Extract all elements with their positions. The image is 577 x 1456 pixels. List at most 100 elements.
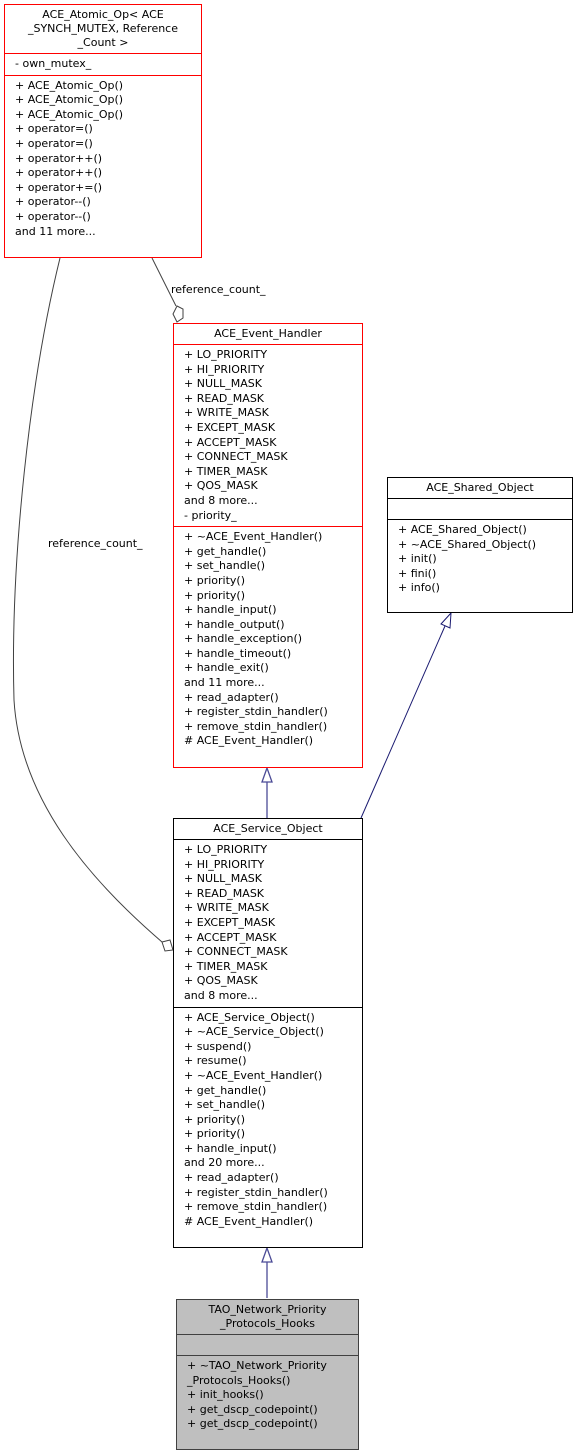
- member-item[interactable]: + ACCEPT_MASK: [184, 436, 362, 451]
- member-item[interactable]: + get_dscp_codepoint(): [187, 1403, 358, 1418]
- class-title: TAO_Network_Priority _Protocols_Hooks: [177, 1300, 358, 1335]
- member-item[interactable]: # ACE_Event_Handler(): [184, 1215, 362, 1230]
- member-item[interactable]: + handle_input(): [184, 1142, 362, 1157]
- member-item[interactable]: + NULL_MASK: [184, 872, 362, 887]
- member-item[interactable]: + operator=(): [15, 137, 201, 152]
- class-title: ACE_Atomic_Op< ACE _SYNCH_MUTEX, Referen…: [5, 5, 201, 54]
- member-item[interactable]: + NULL_MASK: [184, 377, 362, 392]
- member-item[interactable]: + operator--(): [15, 210, 201, 225]
- member-item[interactable]: + LO_PRIORITY: [184, 843, 362, 858]
- member-item[interactable]: + ~ACE_Event_Handler(): [184, 530, 362, 545]
- class-ace-atomic-op[interactable]: ACE_Atomic_Op< ACE _SYNCH_MUTEX, Referen…: [4, 4, 202, 258]
- class-ace-shared-object[interactable]: ACE_Shared_Object + ACE_Shared_Object() +…: [387, 477, 573, 613]
- member-item[interactable]: + register_stdin_handler(): [184, 1186, 362, 1201]
- attributes-section: - own_mutex_: [5, 54, 201, 75]
- member-item[interactable]: + EXCEPT_MASK: [184, 916, 362, 931]
- member-item[interactable]: # ACE_Event_Handler(): [184, 734, 362, 749]
- member-item[interactable]: _Protocols_Hooks(): [187, 1374, 358, 1389]
- title-line: ACE_Shared_Object: [426, 481, 534, 494]
- aggregation-diamond-icon: [172, 305, 184, 323]
- member-item[interactable]: + READ_MASK: [184, 887, 362, 902]
- member-item[interactable]: - priority_: [184, 509, 362, 524]
- title-line: ACE_Atomic_Op< ACE: [42, 8, 164, 21]
- title-line: TAO_Network_Priority: [208, 1303, 327, 1316]
- member-item[interactable]: + set_handle(): [184, 559, 362, 574]
- member-item[interactable]: + ~ACE_Service_Object(): [184, 1025, 362, 1040]
- member-item[interactable]: + resume(): [184, 1054, 362, 1069]
- member-item[interactable]: + read_adapter(): [184, 691, 362, 706]
- member-item[interactable]: and 8 more...: [184, 494, 362, 509]
- member-item[interactable]: + TIMER_MASK: [184, 960, 362, 975]
- member-item[interactable]: + handle_exception(): [184, 632, 362, 647]
- title-line: _SYNCH_MUTEX, Reference: [27, 22, 178, 35]
- methods-section: + ACE_Atomic_Op() + ACE_Atomic_Op() + ACE_…: [5, 74, 201, 243]
- methods-section: + ACE_Service_Object() + ~ACE_Service_Obj…: [174, 1006, 362, 1233]
- member-item[interactable]: + info(): [398, 581, 572, 596]
- member-item[interactable]: + operator++(): [15, 166, 201, 181]
- member-item[interactable]: + init(): [398, 552, 572, 567]
- title-line: ACE_Service_Object: [213, 822, 323, 835]
- member-item[interactable]: + WRITE_MASK: [184, 901, 362, 916]
- member-item[interactable]: + TIMER_MASK: [184, 465, 362, 480]
- member-item[interactable]: + HI_PRIORITY: [184, 363, 362, 378]
- member-item[interactable]: + get_handle(): [184, 1084, 362, 1099]
- class-title: ACE_Service_Object: [174, 819, 362, 840]
- member-item[interactable]: - own_mutex_: [15, 57, 201, 72]
- inherit-edge-shared-object: [360, 625, 446, 819]
- inherit-arrow-icon: [261, 1246, 273, 1263]
- member-item[interactable]: + operator+=(): [15, 181, 201, 196]
- class-ace-event-handler[interactable]: ACE_Event_Handler + LO_PRIORITY + HI_PRIO…: [173, 323, 363, 768]
- attributes-section: + LO_PRIORITY + HI_PRIORITY + NULL_MASK + R…: [174, 840, 362, 1007]
- class-tao-network-priority-protocols-hooks[interactable]: TAO_Network_Priority _Protocols_Hooks + …: [176, 1299, 359, 1450]
- member-item[interactable]: + ~ACE_Shared_Object(): [398, 538, 572, 553]
- member-item[interactable]: + handle_timeout(): [184, 647, 362, 662]
- member-item[interactable]: + init_hooks(): [187, 1388, 358, 1403]
- member-item[interactable]: and 11 more...: [184, 676, 362, 691]
- member-item[interactable]: + operator--(): [15, 195, 201, 210]
- member-item[interactable]: + ACE_Atomic_Op(): [15, 79, 201, 94]
- member-item[interactable]: + get_dscp_codepoint(): [187, 1417, 358, 1432]
- member-item[interactable]: + QOS_MASK: [184, 479, 362, 494]
- member-item[interactable]: + CONNECT_MASK: [184, 450, 362, 465]
- member-item[interactable]: + EXCEPT_MASK: [184, 421, 362, 436]
- member-item[interactable]: + handle_input(): [184, 603, 362, 618]
- member-item[interactable]: + priority(): [184, 574, 362, 589]
- member-item[interactable]: + operator++(): [15, 152, 201, 167]
- member-item[interactable]: and 8 more...: [184, 989, 362, 1004]
- member-item[interactable]: + QOS_MASK: [184, 974, 362, 989]
- methods-section: + ~TAO_Network_Priority _Protocols_Hooks(…: [177, 1355, 358, 1435]
- member-item[interactable]: + remove_stdin_handler(): [184, 720, 362, 735]
- member-item[interactable]: and 11 more...: [15, 225, 201, 240]
- member-item[interactable]: + get_handle(): [184, 545, 362, 560]
- class-ace-service-object[interactable]: ACE_Service_Object + LO_PRIORITY + HI_PRI…: [173, 818, 363, 1248]
- member-item[interactable]: + read_adapter(): [184, 1171, 362, 1186]
- member-item[interactable]: + ACE_Service_Object(): [184, 1011, 362, 1026]
- member-item[interactable]: + fini(): [398, 567, 572, 582]
- title-line: _Count >: [77, 36, 129, 49]
- member-item[interactable]: + register_stdin_handler(): [184, 705, 362, 720]
- member-item[interactable]: + HI_PRIORITY: [184, 858, 362, 873]
- member-item[interactable]: + ~ACE_Event_Handler(): [184, 1069, 362, 1084]
- member-item[interactable]: + remove_stdin_handler(): [184, 1200, 362, 1215]
- member-item[interactable]: + ~TAO_Network_Priority: [187, 1359, 358, 1374]
- member-item[interactable]: + priority(): [184, 589, 362, 604]
- member-item[interactable]: + set_handle(): [184, 1098, 362, 1113]
- member-item[interactable]: + ACE_Shared_Object(): [398, 523, 572, 538]
- member-item[interactable]: + handle_exit(): [184, 661, 362, 676]
- member-item[interactable]: + ACCEPT_MASK: [184, 931, 362, 946]
- member-item[interactable]: + LO_PRIORITY: [184, 348, 362, 363]
- attributes-section: [177, 1335, 358, 1355]
- member-item[interactable]: + ACE_Atomic_Op(): [15, 93, 201, 108]
- member-item[interactable]: + operator=(): [15, 122, 201, 137]
- member-item[interactable]: + handle_output(): [184, 618, 362, 633]
- member-item[interactable]: + suspend(): [184, 1040, 362, 1055]
- edge-label-reference-count: reference_count_: [171, 283, 266, 296]
- member-item[interactable]: + priority(): [184, 1127, 362, 1142]
- member-item[interactable]: + WRITE_MASK: [184, 406, 362, 421]
- aggregation-diamond-icon: [161, 939, 174, 952]
- member-item[interactable]: + READ_MASK: [184, 392, 362, 407]
- member-item[interactable]: + ACE_Atomic_Op(): [15, 108, 201, 123]
- member-item[interactable]: + CONNECT_MASK: [184, 945, 362, 960]
- member-item[interactable]: + priority(): [184, 1113, 362, 1128]
- member-item[interactable]: and 20 more...: [184, 1156, 362, 1171]
